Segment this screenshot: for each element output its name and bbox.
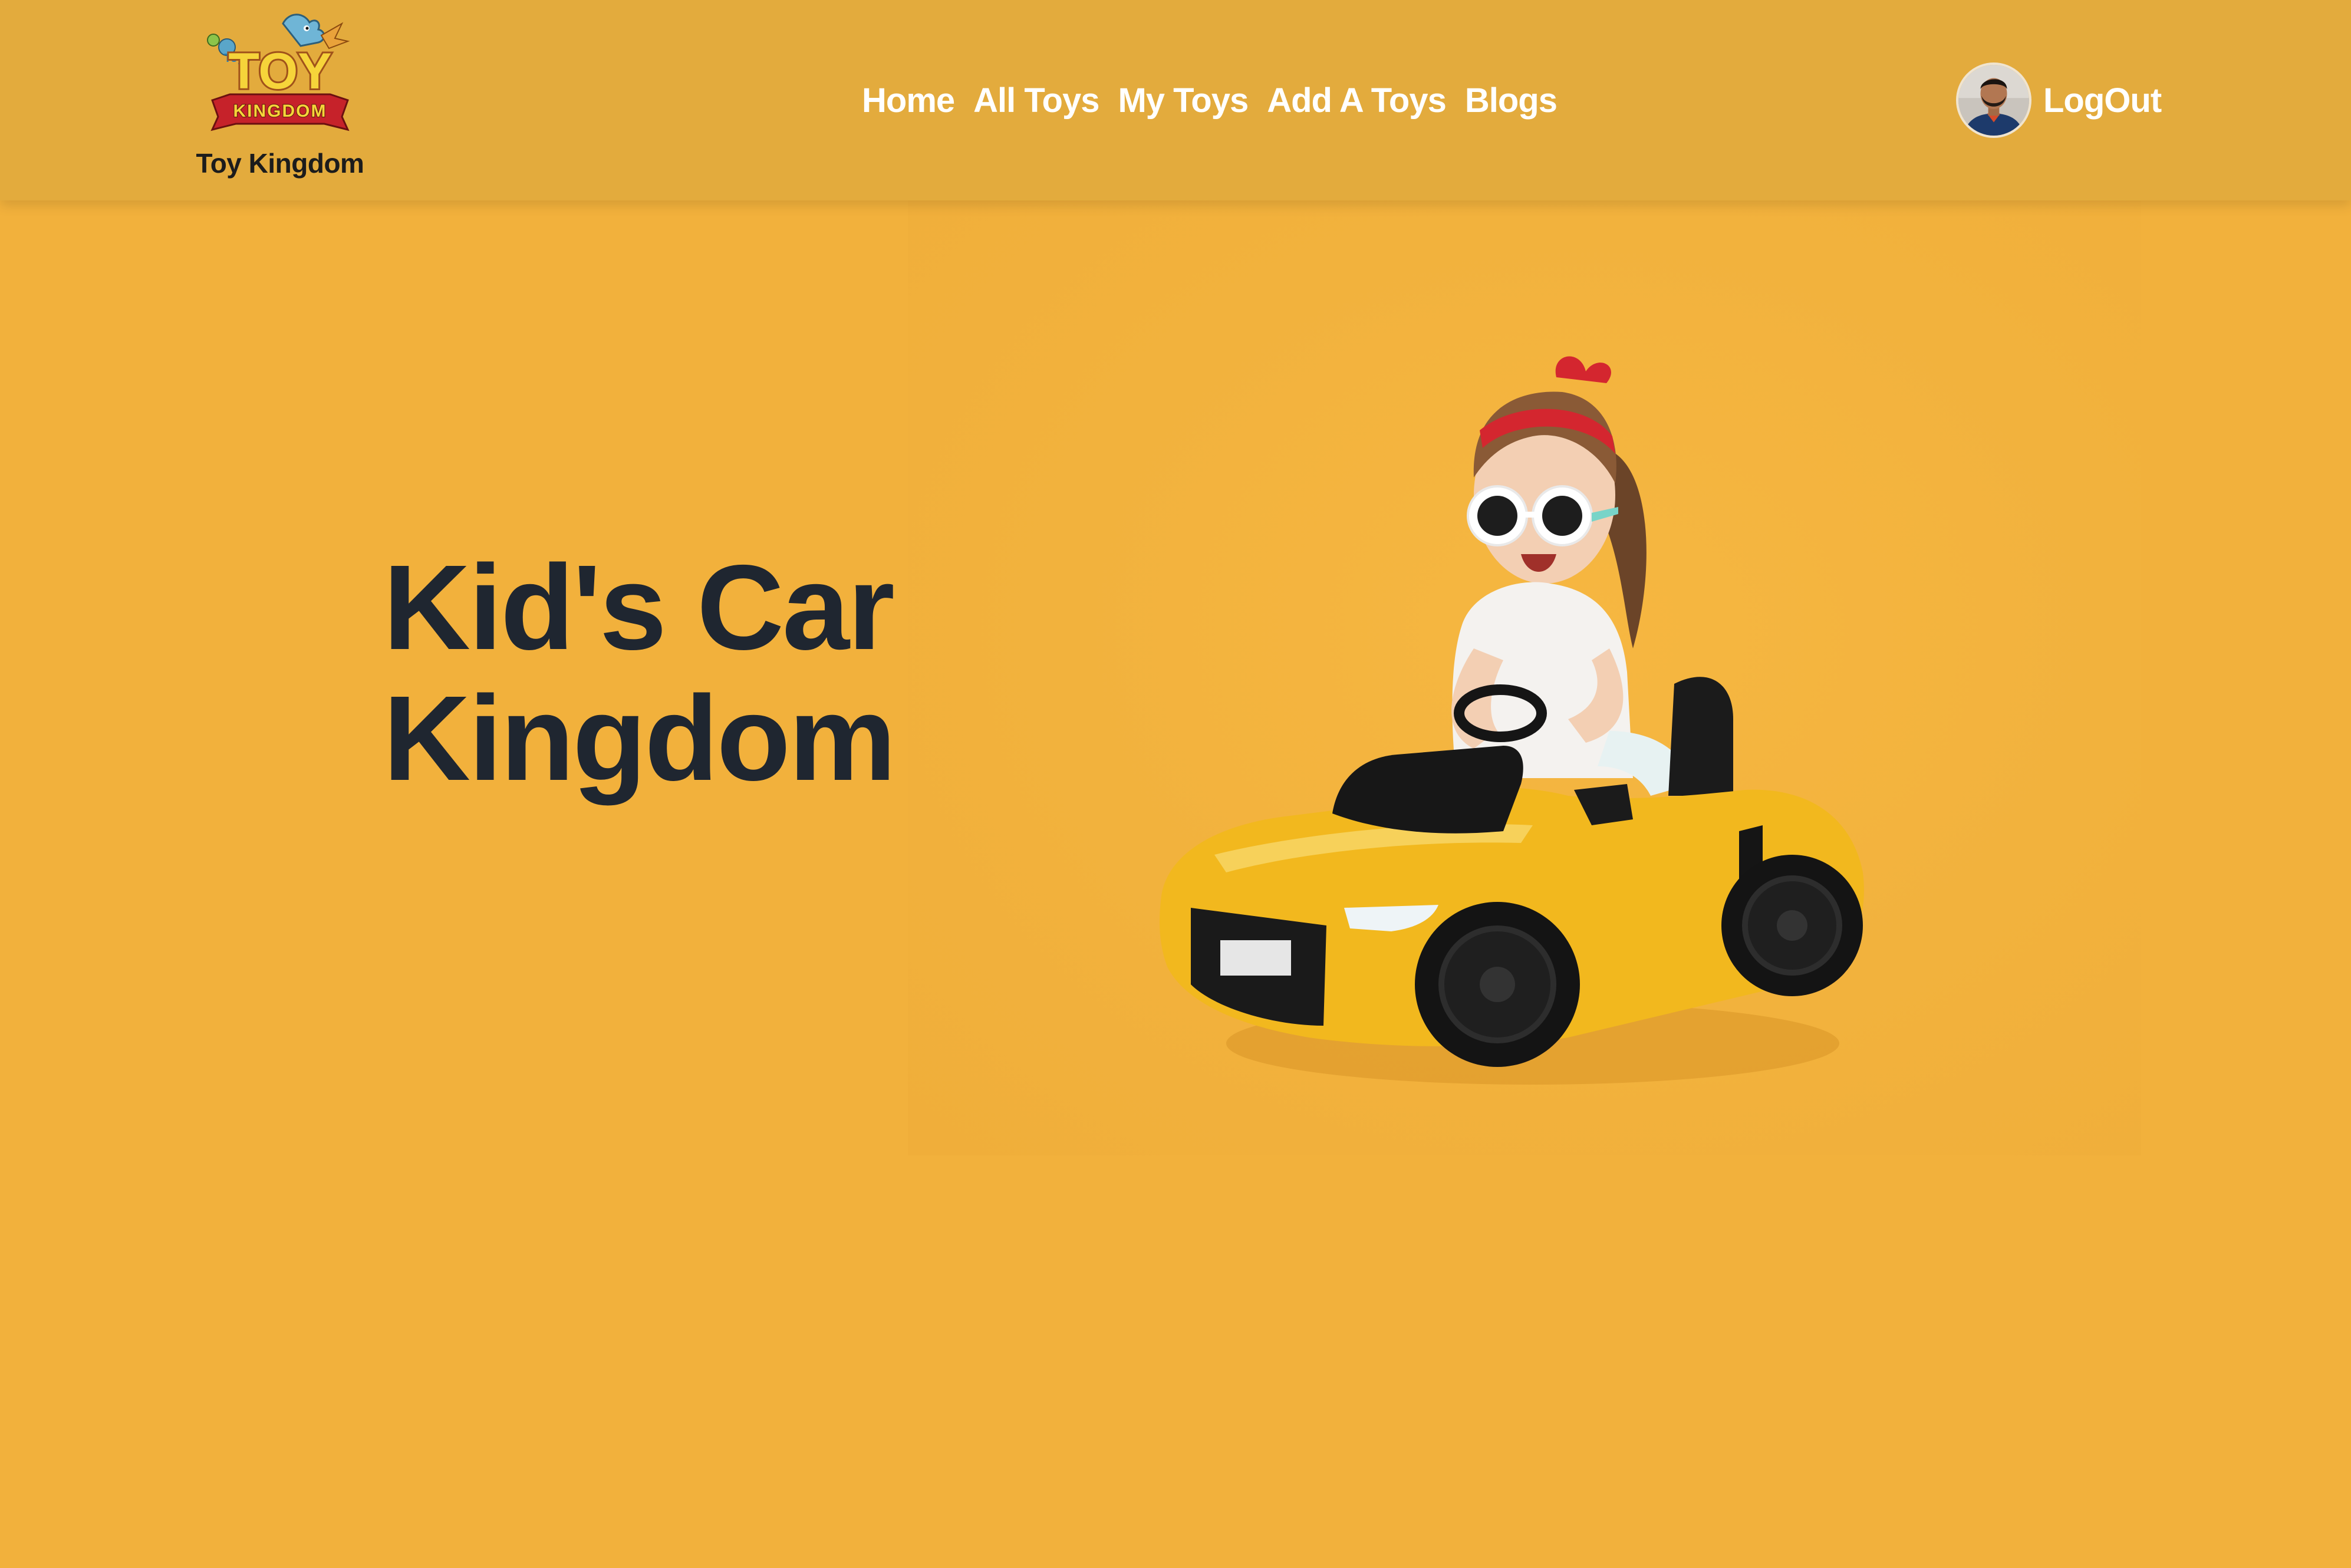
main-nav: Home All Toys My Toys Add A Toys Blogs: [862, 77, 1558, 124]
nav-blogs[interactable]: Blogs: [1465, 81, 1558, 120]
nav-home[interactable]: Home: [862, 81, 955, 120]
logout-button[interactable]: LogOut: [2043, 81, 2162, 120]
user-avatar-image: [1958, 65, 2029, 136]
hero-title-line1: Kid's Car: [383, 540, 895, 675]
navbar: Toys TOY KINGDOM Toy Kingdom Home All To…: [0, 0, 2351, 200]
svg-text:TOY: TOY: [228, 43, 331, 100]
svg-text:KINGDOM: KINGDOM: [233, 101, 327, 121]
nav-all-toys[interactable]: All Toys: [973, 81, 1099, 120]
hero-illustration: [1160, 356, 1864, 1085]
hero-title: Kid's Car Kingdom: [383, 542, 914, 804]
dragon-logo-icon[interactable]: Toys TOY KINGDOM: [200, 12, 360, 141]
nav-my-toys[interactable]: My Toys: [1118, 81, 1249, 120]
hero-title-line2: Kingdom: [383, 671, 896, 806]
user-area: LogOut: [1956, 56, 2162, 144]
user-avatar[interactable]: [1956, 62, 2031, 138]
nav-add-a-toys[interactable]: Add A Toys: [1267, 81, 1447, 120]
brand[interactable]: Toys TOY KINGDOM Toy Kingdom: [195, 12, 366, 189]
brand-name: Toy Kingdom: [196, 148, 364, 179]
girl-in-toy-car-image: [908, 200, 2141, 1155]
